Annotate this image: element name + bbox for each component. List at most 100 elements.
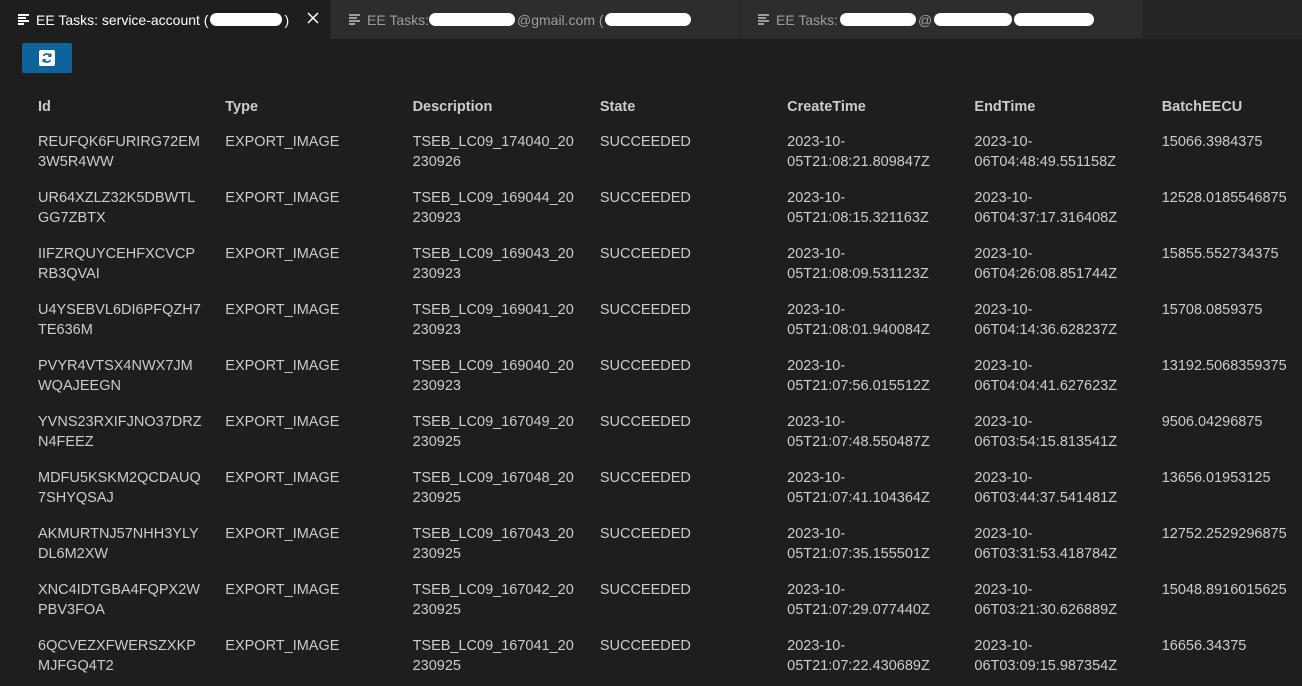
- tab-label-prefix: EE Tasks:: [367, 11, 429, 28]
- time-part: 05T21:08:15.321163Z: [787, 210, 929, 226]
- refresh-button[interactable]: [22, 43, 72, 73]
- cell-description: TSEB_LC09_167043_20230925: [412, 526, 574, 562]
- cell-id: REUFQK6FURIRG72EM3W5R4WW: [38, 134, 200, 170]
- cell-id: YVNS23RXIFJNO37DRZN4FEEZ: [38, 414, 202, 450]
- date-part: 2023-10-: [787, 582, 846, 598]
- time-part: 05T21:08:09.531123Z: [787, 266, 929, 282]
- time-part: 05T21:07:41.104364Z: [787, 490, 930, 506]
- column-header-id[interactable]: Id: [28, 88, 215, 126]
- date-part: 2023-10-: [787, 638, 846, 654]
- redaction-mark: [429, 13, 515, 26]
- cell-description: TSEB_LC09_167049_20230925: [412, 414, 574, 450]
- tab-label: EE Tasks: service-account ( ): [36, 12, 289, 28]
- table-row[interactable]: UR64XZLZ32K5DBWTLGG7ZBTX EXPORT_IMAGE TSEB…: [28, 182, 1302, 238]
- cell-type: EXPORT_IMAGE: [225, 358, 340, 374]
- cell-createtime: 2023-10- 05T21:07:35.155501Z: [777, 518, 964, 574]
- cell-id: XNC4IDTGBA4FQPX2WPBV3FOA: [38, 582, 200, 618]
- column-header-type[interactable]: Type: [215, 88, 402, 126]
- cell-type: EXPORT_IMAGE: [225, 638, 340, 654]
- cell-id: AKMURTNJ57NHH3YLYDL6M2XW: [38, 526, 199, 562]
- refresh-icon: [39, 50, 55, 66]
- tab-ee-tasks-gmail[interactable]: EE Tasks: @gmail.com (: [331, 0, 740, 39]
- cell-id: UR64XZLZ32K5DBWTLGG7ZBTX: [38, 190, 196, 226]
- cell-description: TSEB_LC09_167042_20230925: [412, 582, 574, 618]
- date-part: 2023-10-: [974, 638, 1033, 654]
- tab-ee-tasks-other-account[interactable]: EE Tasks: @: [740, 0, 1143, 39]
- date-part: 2023-10-: [787, 134, 846, 150]
- tab-ee-tasks-service-account[interactable]: EE Tasks: service-account ( ): [0, 0, 331, 39]
- date-part: 2023-10-: [974, 470, 1033, 486]
- cell-type: EXPORT_IMAGE: [225, 302, 340, 318]
- tab-label-prefix: EE Tasks:: [776, 11, 838, 28]
- table-row[interactable]: MDFU5KSKM2QCDAUQ7SHYQSAJ EXPORT_IMAGE TSEB…: [28, 462, 1302, 518]
- time-part: 05T21:07:56.015512Z: [787, 378, 930, 394]
- cell-type: EXPORT_IMAGE: [225, 414, 340, 430]
- cell-createtime: 2023-10- 05T21:08:01.940084Z: [777, 294, 964, 350]
- date-part: 2023-10-: [974, 246, 1033, 262]
- tab-label: EE Tasks: @gmail.com (: [367, 12, 691, 28]
- cell-type: EXPORT_IMAGE: [225, 526, 340, 542]
- cell-state: SUCCEEDED: [599, 638, 691, 654]
- date-part: 2023-10-: [787, 246, 846, 262]
- cell-type: EXPORT_IMAGE: [225, 582, 340, 598]
- cell-batcheecu: 15855.552734375: [1161, 246, 1279, 262]
- cell-type: EXPORT_IMAGE: [225, 246, 340, 262]
- table-row[interactable]: REUFQK6FURIRG72EM3W5R4WW EXPORT_IMAGE TSEB…: [28, 126, 1302, 182]
- date-part: 2023-10-: [974, 302, 1033, 318]
- cell-id: 6QCVEZXFWERSZXKPMJFGQ4T2: [38, 638, 196, 674]
- date-part: 2023-10-: [974, 526, 1033, 542]
- cell-endtime: 2023-10- 06T04:37:17.316408Z: [964, 182, 1151, 238]
- time-part: 06T03:21:30.626889Z: [974, 602, 1118, 618]
- cell-state: SUCCEEDED: [599, 470, 691, 486]
- document-lines-icon: [349, 13, 360, 25]
- cell-description: TSEB_LC09_169040_20230923: [412, 358, 574, 394]
- time-part: 05T21:07:35.155501Z: [787, 546, 930, 562]
- column-header-batcheecu[interactable]: BatchEECU: [1152, 88, 1302, 126]
- cell-batcheecu: 15066.3984375: [1161, 134, 1263, 150]
- cell-batcheecu: 12528.0185546875: [1161, 190, 1287, 206]
- redaction-mark: [604, 13, 691, 26]
- cell-endtime: 2023-10- 06T04:48:49.551158Z: [964, 126, 1151, 182]
- cell-endtime: 2023-10- 06T03:21:30.626889Z: [964, 574, 1151, 630]
- cell-endtime: 2023-10- 06T03:44:37.541481Z: [964, 462, 1151, 518]
- close-icon[interactable]: [306, 11, 320, 25]
- table-row[interactable]: IIFZRQUYCEHFXCVCPRB3QVAI EXPORT_IMAGE TSEB…: [28, 238, 1302, 294]
- table-row[interactable]: 6QCVEZXFWERSZXKPMJFGQ4T2 EXPORT_IMAGE TSEB…: [28, 630, 1302, 686]
- column-header-description[interactable]: Description: [403, 88, 590, 126]
- cell-state: SUCCEEDED: [599, 190, 691, 206]
- cell-batcheecu: 15048.8916015625: [1161, 582, 1287, 598]
- table-row[interactable]: XNC4IDTGBA4FQPX2WPBV3FOA EXPORT_IMAGE TSEB…: [28, 574, 1302, 630]
- column-header-createtime[interactable]: CreateTime: [777, 88, 964, 126]
- cell-description: TSEB_LC09_174040_20230926: [412, 134, 574, 170]
- cell-createtime: 2023-10- 05T21:08:21.809847Z: [777, 126, 964, 182]
- cell-endtime: 2023-10- 06T04:14:36.628237Z: [964, 294, 1151, 350]
- table-row[interactable]: YVNS23RXIFJNO37DRZN4FEEZ EXPORT_IMAGE TSEB…: [28, 406, 1302, 462]
- cell-endtime: 2023-10- 06T03:09:15.987354Z: [964, 630, 1151, 686]
- time-part: 05T21:07:22.430689Z: [787, 658, 930, 674]
- column-header-endtime[interactable]: EndTime: [964, 88, 1151, 126]
- column-header-state[interactable]: State: [590, 88, 777, 126]
- cell-state: SUCCEEDED: [599, 582, 691, 598]
- redaction-mark: [210, 13, 283, 26]
- cell-id: PVYR4VTSX4NWX7JMWQAJEEGN: [38, 358, 193, 394]
- date-part: 2023-10-: [787, 302, 846, 318]
- cell-createtime: 2023-10- 05T21:08:09.531123Z: [777, 238, 964, 294]
- time-part: 05T21:08:21.809847Z: [787, 154, 930, 170]
- cell-description: TSEB_LC09_169043_20230923: [412, 246, 574, 282]
- tab-label-suffix: @gmail.com (: [517, 11, 604, 28]
- cell-state: SUCCEEDED: [599, 358, 691, 374]
- cell-createtime: 2023-10- 05T21:08:15.321163Z: [777, 182, 964, 238]
- date-part: 2023-10-: [974, 414, 1033, 430]
- cell-id: IIFZRQUYCEHFXCVCPRB3QVAI: [38, 246, 196, 282]
- date-part: 2023-10-: [787, 414, 846, 430]
- table-row[interactable]: AKMURTNJ57NHH3YLYDL6M2XW EXPORT_IMAGE TSEB…: [28, 518, 1302, 574]
- cell-id: MDFU5KSKM2QCDAUQ7SHYQSAJ: [38, 470, 201, 506]
- cell-description: TSEB_LC09_167041_20230925: [412, 638, 574, 674]
- time-part: 06T03:09:15.987354Z: [974, 658, 1118, 674]
- cell-description: TSEB_LC09_167048_20230925: [412, 470, 574, 506]
- tab-label: EE Tasks: @: [776, 11, 1095, 28]
- time-part: 06T04:26:08.851744Z: [974, 266, 1118, 282]
- redaction-mark: [840, 13, 916, 26]
- table-row[interactable]: U4YSEBVL6DI6PFQZH7TE636M EXPORT_IMAGE TSEB…: [28, 294, 1302, 350]
- table-row[interactable]: PVYR4VTSX4NWX7JMWQAJEEGN EXPORT_IMAGE TSEB…: [28, 350, 1302, 406]
